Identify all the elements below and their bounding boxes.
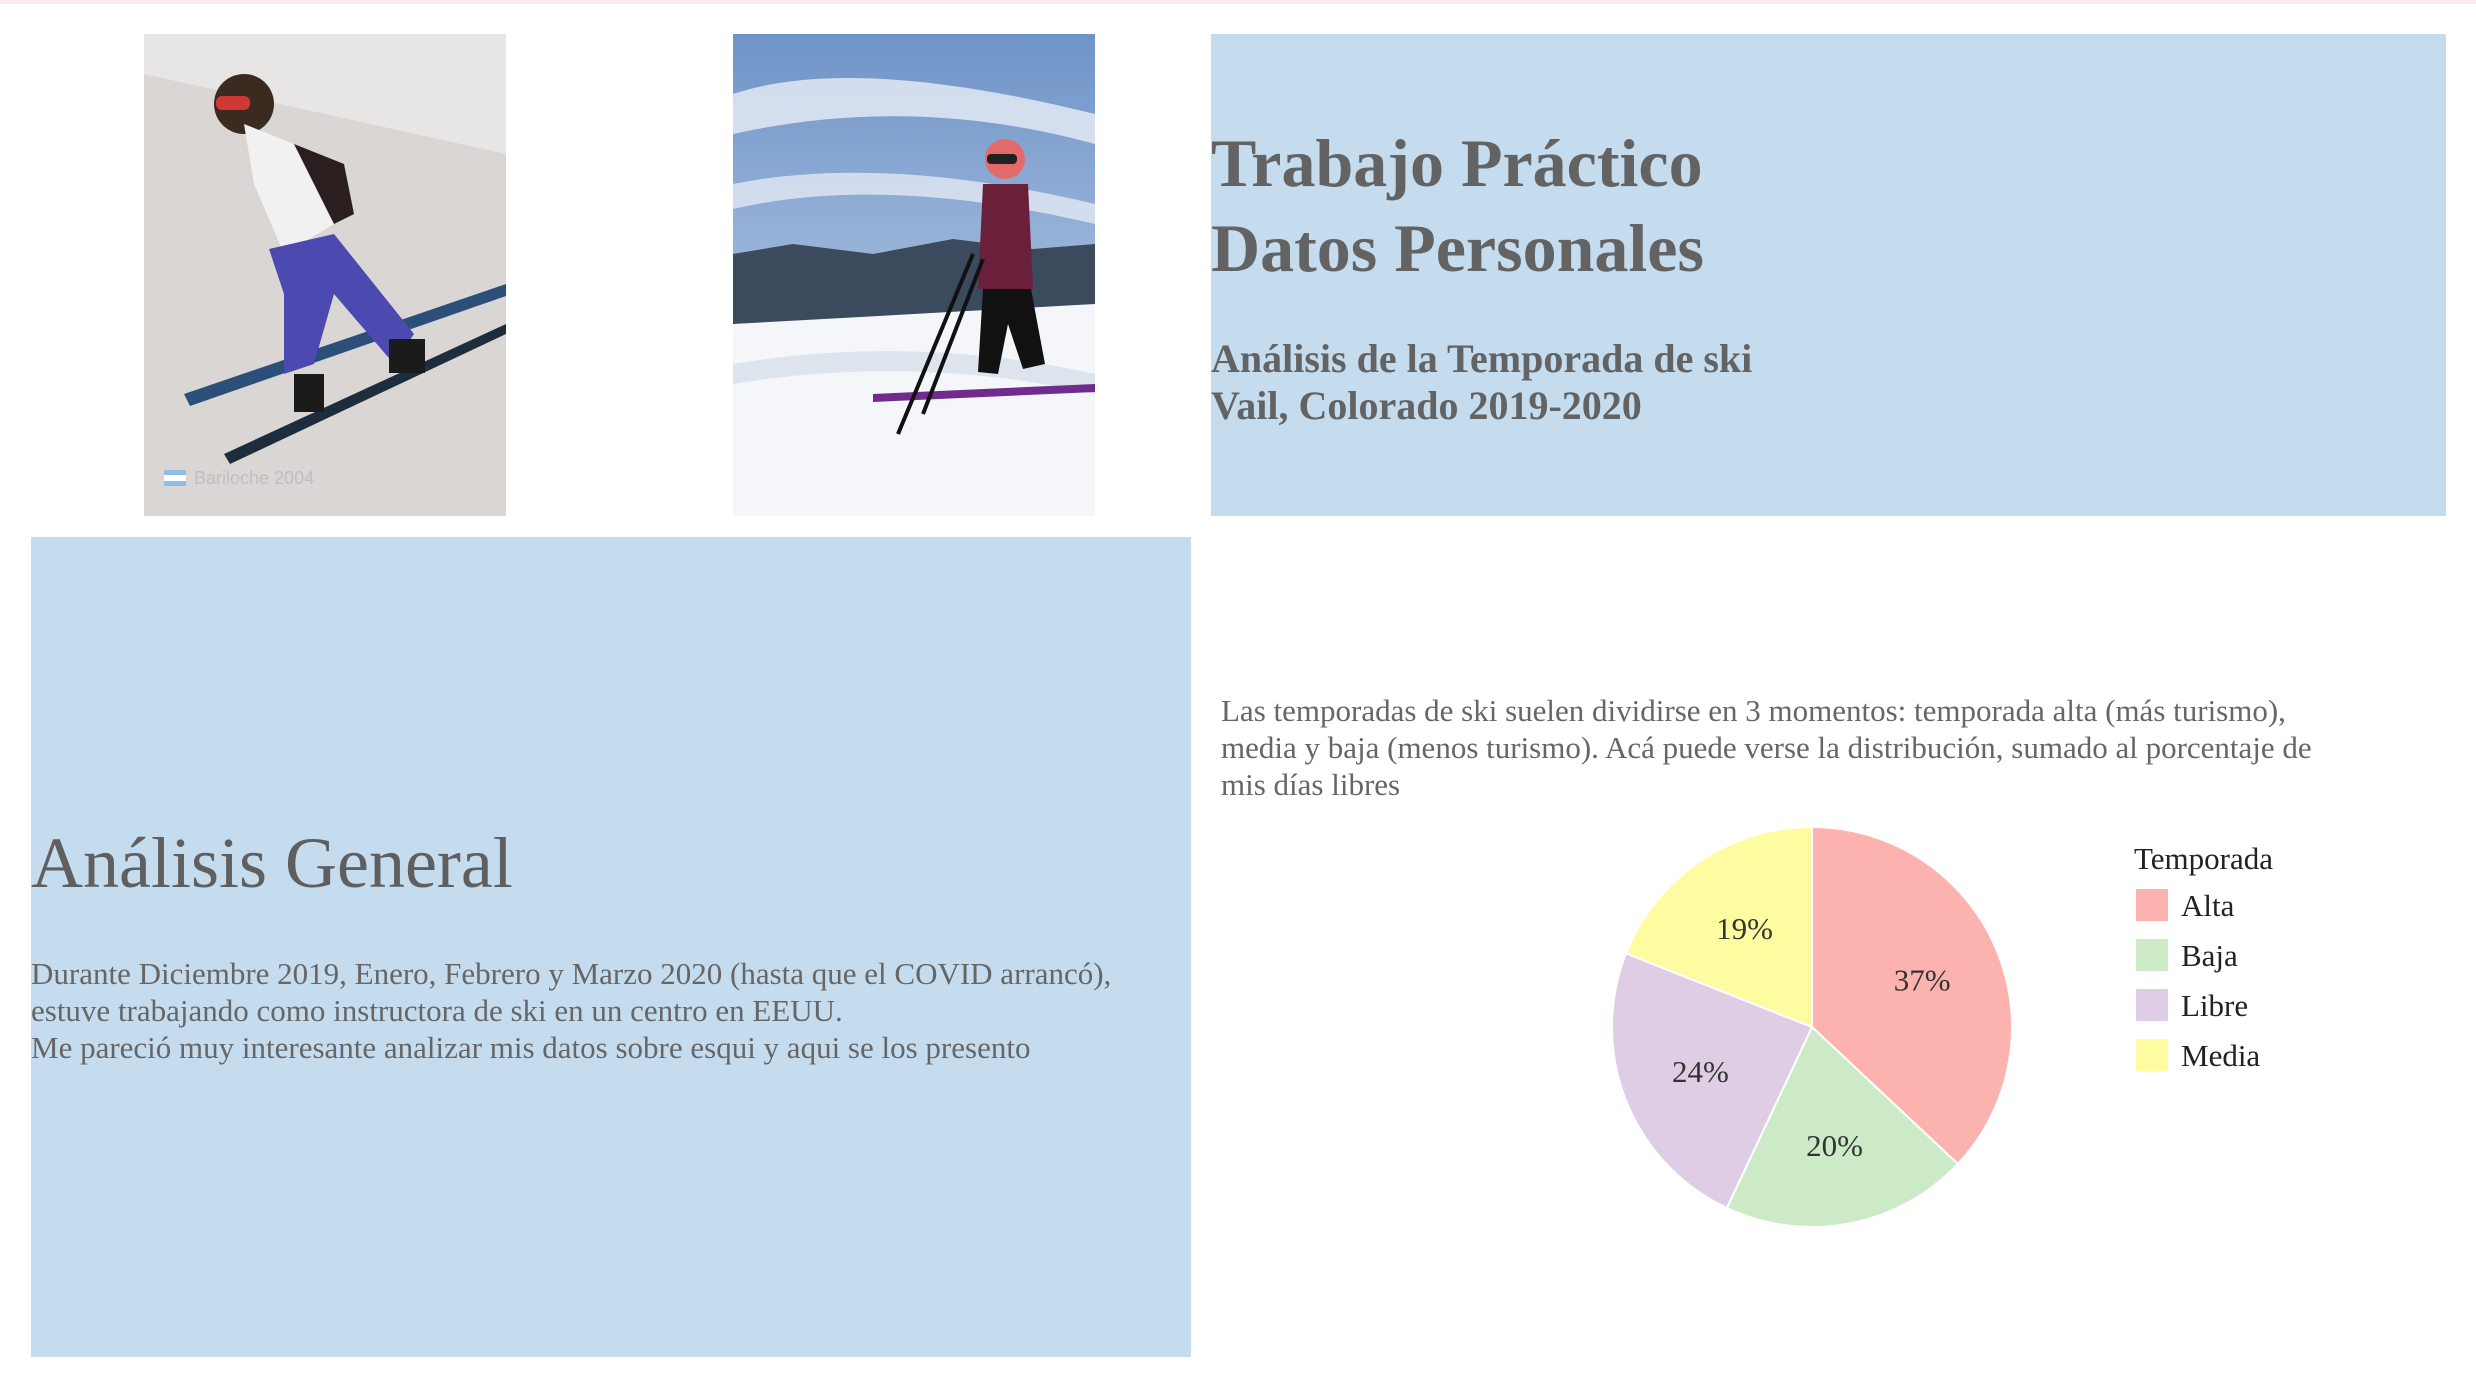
legend-swatch-alta — [2136, 889, 2168, 921]
legend-label-alta: Alta — [2181, 888, 2235, 923]
page-subtitle-line1: Análisis de la Temporada de ski — [1211, 336, 1753, 381]
analysis-text-line3: Me pareció muy interesante analizar mis … — [31, 1030, 1031, 1065]
description-line2: media y baja (menos turismo). Acá puede … — [1221, 730, 2312, 765]
legend-label-media: Media — [2181, 1038, 2260, 1073]
pie-label-alta: 37% — [1894, 962, 1951, 997]
legend-title: Temporada — [2134, 841, 2273, 876]
description-line1: Las temporadas de ski suelen dividirse e… — [1221, 693, 2286, 728]
legend-label-libre: Libre — [2181, 988, 2248, 1023]
season-pie-chart: 37% 20% 24% 19% Temporada Alta Baja Libre Medi… — [1611, 825, 2273, 1228]
pie-label-baja: 20% — [1806, 1128, 1863, 1163]
analysis-text-line2: estuve trabajando como instructora de sk… — [31, 993, 843, 1028]
top-border-line — [0, 0, 2476, 4]
page-subtitle-line2: Vail, Colorado 2019-2020 — [1211, 383, 1642, 428]
legend-swatch-baja — [2136, 939, 2168, 971]
analysis-heading: Análisis General — [31, 823, 513, 903]
pie-slices — [1611, 825, 2013, 1228]
legend-label-baja: Baja — [2181, 938, 2238, 973]
pie-label-libre: 24% — [1672, 1054, 1729, 1089]
photo-caption: Bariloche 2004 — [194, 468, 314, 488]
pie-label-media: 19% — [1716, 911, 1773, 946]
legend-swatch-media — [2136, 1039, 2168, 1071]
photo-skier-bariloche: Bariloche 2004 — [144, 34, 506, 516]
title-panel: Trabajo Práctico Datos Personales Anális… — [1211, 34, 2446, 516]
analysis-text-line1: Durante Diciembre 2019, Enero, Febrero y… — [31, 956, 1112, 991]
chart-legend: Temporada Alta Baja Libre Media — [2134, 841, 2273, 1073]
legend-swatch-libre — [2136, 989, 2168, 1021]
analysis-panel: Análisis General Durante Diciembre 2019,… — [31, 537, 1191, 1357]
photo-skier-vail — [733, 34, 1095, 516]
page-title-line2: Datos Personales — [1211, 210, 1704, 286]
page-title-line1: Trabajo Práctico — [1211, 125, 1703, 201]
description-line3: mis días libres — [1221, 767, 1401, 802]
